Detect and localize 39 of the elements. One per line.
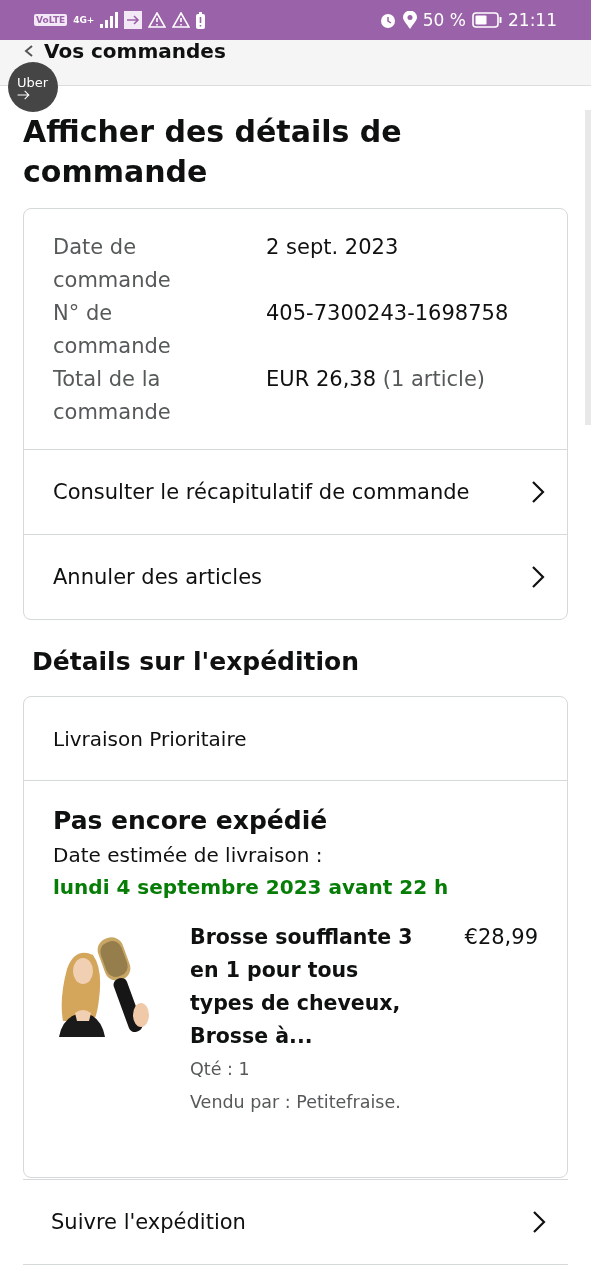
order-link-row[interactable]: Consulter le récapitulatif de commande (24, 449, 567, 534)
floating-bubble[interactable]: Uber (8, 62, 58, 112)
warning-icon (172, 12, 191, 28)
field-label: Total de la commande (53, 366, 172, 426)
order-link-row[interactable]: Annuler des articles (24, 534, 567, 619)
battery-alert-icon (196, 11, 206, 29)
alarm-icon (378, 11, 397, 29)
back-link[interactable]: Vos commandes (44, 40, 226, 62)
arrow-box-icon (124, 11, 143, 29)
field-label: N° de commande (53, 300, 172, 360)
delivery-method: Livraison Prioritaire (24, 697, 567, 781)
volte-badge: VoLTE (34, 14, 68, 26)
warning-icon (148, 12, 167, 28)
signal-icon (100, 12, 119, 28)
track-shipment-row[interactable]: Suivre l'expédition (23, 1179, 568, 1265)
chevron-right-icon (531, 480, 545, 504)
section-heading: Détails sur l'expédition (32, 646, 361, 678)
location-icon (402, 11, 417, 29)
field-value: EUR 26,38 (1 article) (266, 366, 486, 393)
quantity: Qté : 1 (190, 1058, 251, 1081)
seller: Vendu par : Petitefraise. (190, 1091, 402, 1114)
back-chevron-icon[interactable] (24, 45, 34, 57)
product-price: €28,99 (464, 924, 538, 951)
estimate-label: Date estimée de livraison : (53, 842, 324, 869)
battery-percentage: 50 % (422, 10, 466, 30)
field-value: 2 sept. 2023 (266, 234, 400, 261)
shipment-status: Pas encore expédié (53, 805, 329, 837)
arrow-right-icon (17, 89, 30, 100)
chevron-right-icon (532, 1210, 546, 1234)
field-label: Date de commande (53, 234, 172, 294)
page-title: Afficher des détails de commande (23, 113, 403, 191)
product-title[interactable]: Brosse soufflante 3 en 1 pour tous types de cheveux, Brosse à... (190, 921, 422, 1053)
field-value: 405-7300243-1698758 (266, 300, 510, 327)
battery-icon (472, 12, 502, 28)
chevron-right-icon (531, 565, 545, 589)
network-type: 4G+ (73, 15, 95, 25)
clock-time: 21:11 (508, 10, 557, 30)
estimate-date: lundi 4 septembre 2023 avant 22 h (53, 874, 450, 901)
bubble-label: Uber (17, 74, 49, 90)
